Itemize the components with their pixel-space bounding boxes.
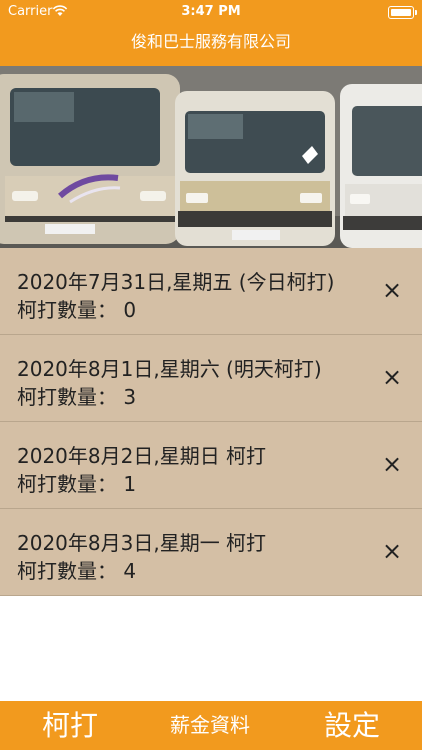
page-title: 俊和巴士服務有限公司 — [130, 32, 291, 51]
tab-salary-info[interactable]: 薪金資料 — [140, 701, 280, 750]
order-date-title: 2020年7月31日,星期五 (今日柯打) — [17, 270, 335, 294]
order-list: 2020年7月31日,星期五 (今日柯打) 柯打數量： 0 × 2020年8月1… — [0, 248, 422, 596]
order-count: 柯打數量： 4 — [17, 559, 137, 583]
tab-orders[interactable]: 柯打 — [0, 701, 140, 750]
clock: 3:47 PM — [181, 4, 241, 19]
close-icon[interactable]: × — [380, 539, 404, 563]
order-date-title: 2020年8月1日,星期六 (明天柯打) — [17, 357, 322, 381]
banner-image — [0, 66, 422, 248]
order-date-title: 2020年8月3日,星期一 柯打 — [17, 531, 267, 555]
battery-icon — [388, 6, 417, 19]
list-item[interactable]: 2020年7月31日,星期五 (今日柯打) 柯打數量： 0 × — [0, 248, 422, 335]
order-count: 柯打數量： 0 — [17, 298, 137, 322]
close-icon[interactable]: × — [380, 278, 404, 302]
order-date-title: 2020年8月2日,星期日 柯打 — [17, 444, 267, 468]
close-icon[interactable]: × — [380, 365, 404, 389]
order-count: 柯打數量： 3 — [17, 385, 137, 409]
tab-bar: 柯打 薪金資料 設定 — [0, 701, 422, 750]
order-count: 柯打數量： 1 — [17, 472, 137, 496]
nav-bar: 俊和巴士服務有限公司 — [0, 24, 422, 66]
status-bar: Carrier 3:47 PM — [0, 0, 422, 24]
list-item[interactable]: 2020年8月2日,星期日 柯打 柯打數量： 1 × — [0, 422, 422, 509]
bus-photo-icon — [0, 66, 422, 248]
list-item[interactable]: 2020年8月1日,星期六 (明天柯打) 柯打數量： 3 × — [0, 335, 422, 422]
list-item[interactable]: 2020年8月3日,星期一 柯打 柯打數量： 4 × — [0, 509, 422, 596]
tab-settings[interactable]: 設定 — [282, 701, 422, 750]
close-icon[interactable]: × — [380, 452, 404, 476]
